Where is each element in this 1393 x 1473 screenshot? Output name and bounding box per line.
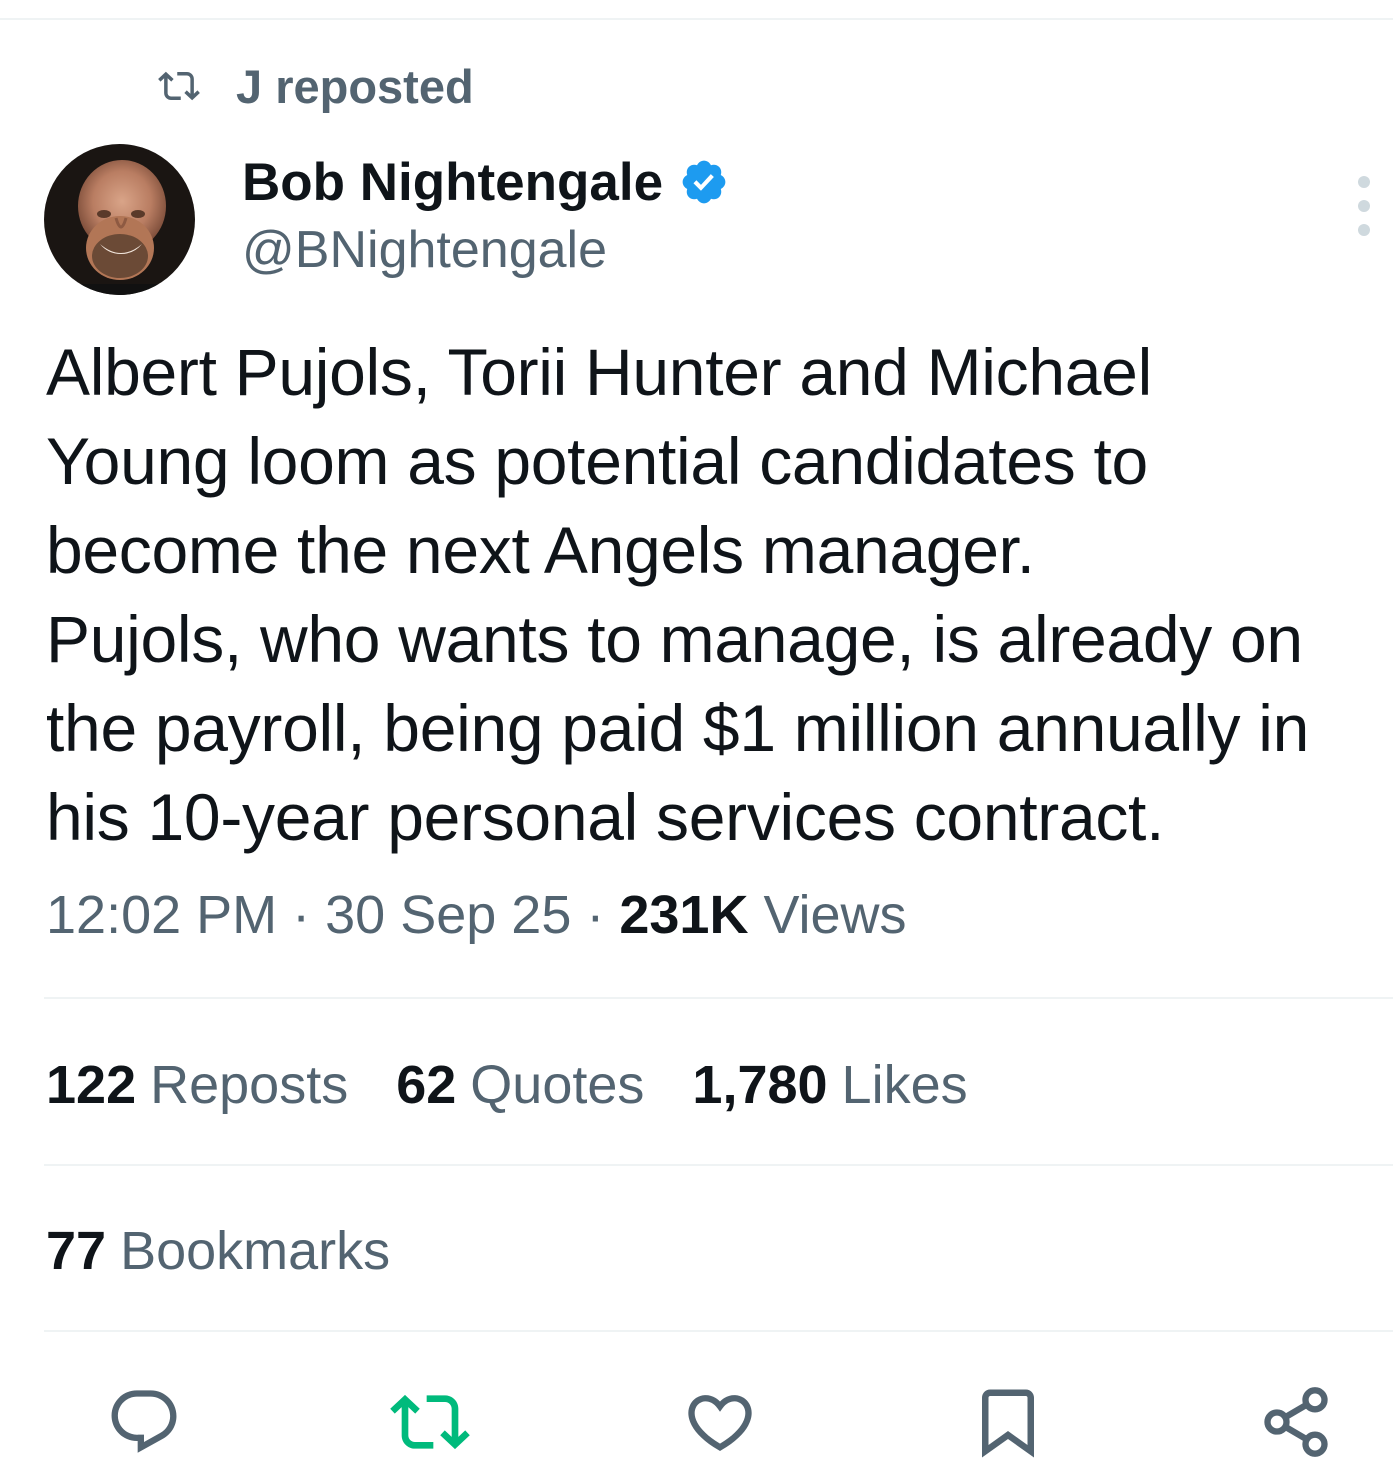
tweet-text-line: Pujols, who wants to manage, is already …: [46, 602, 1303, 676]
more-dot: [1358, 200, 1370, 212]
tweet-text-line: Albert Pujols, Torii Hunter and Michael: [46, 335, 1152, 409]
reposts-stat[interactable]: 122 Reposts: [46, 1054, 348, 1116]
reply-button[interactable]: [104, 1382, 184, 1462]
quotes-stat[interactable]: 62 Quotes: [396, 1054, 644, 1116]
share-icon: [1264, 1387, 1328, 1457]
heart-icon: [688, 1395, 752, 1452]
engagement-stats: 122 Reposts 62 Quotes 1,780 Likes: [46, 1054, 1016, 1116]
divider: [44, 997, 1393, 999]
more-dot: [1358, 224, 1370, 236]
views-count: 231K: [619, 885, 749, 945]
tweet-text-line: his 10-year personal services contract.: [46, 780, 1165, 854]
divider: [44, 1164, 1393, 1166]
tweet-detail-page: J reposted Bob Nightengale @BNightengale…: [0, 0, 1393, 1473]
repost-button[interactable]: [390, 1382, 470, 1462]
like-button[interactable]: [680, 1382, 760, 1462]
likes-label: Likes: [841, 1055, 968, 1115]
quotes-label: Quotes: [470, 1055, 645, 1115]
tweet-text-line: Young loom as potential candidates to: [46, 424, 1148, 498]
author-name[interactable]: Bob Nightengale: [242, 150, 729, 214]
quotes-count: 62: [396, 1055, 457, 1115]
divider: [44, 1330, 1393, 1332]
verified-badge-icon: [682, 160, 726, 204]
repost-icon: [390, 1394, 470, 1450]
tweet-date[interactable]: 30 Sep 25: [325, 885, 571, 945]
more-vertical-icon[interactable]: [1344, 176, 1384, 236]
bookmarks-stat[interactable]: 77 Bookmarks: [46, 1220, 390, 1282]
top-divider: [0, 18, 1393, 20]
reposts-count: 122: [46, 1055, 137, 1115]
reposts-label: Reposts: [150, 1055, 349, 1115]
meta-separator: ·: [277, 885, 326, 945]
repost-icon: [158, 71, 200, 101]
tweet-meta: 12:02 PM · 30 Sep 25 · 231K Views: [46, 884, 907, 946]
bookmarks-count: 77: [46, 1221, 107, 1281]
avatar[interactable]: [44, 144, 195, 295]
views-label: Views: [763, 885, 907, 945]
author-display-name: Bob Nightengale: [242, 152, 664, 212]
more-dot: [1358, 176, 1370, 188]
tweet-text: Albert Pujols, Torii Hunter and Michael …: [46, 328, 1391, 862]
tweet-time[interactable]: 12:02 PM: [46, 885, 277, 945]
avatar-photo: [44, 144, 195, 295]
author-handle[interactable]: @BNightengale: [242, 220, 607, 280]
tweet-text-line: become the next Angels manager.: [46, 513, 1035, 587]
bookmark-icon: [982, 1389, 1034, 1458]
repost-banner[interactable]: J reposted: [158, 58, 474, 114]
tweet-text-line: the payroll, being paid $1 million annua…: [46, 691, 1310, 765]
bookmarks-label: Bookmarks: [120, 1221, 391, 1281]
repost-banner-label: J reposted: [236, 59, 474, 113]
meta-separator: ·: [571, 885, 620, 945]
share-button[interactable]: [1256, 1382, 1336, 1462]
likes-count: 1,780: [692, 1055, 828, 1115]
likes-stat[interactable]: 1,780 Likes: [692, 1054, 967, 1116]
reply-icon: [111, 1390, 177, 1453]
bookmark-button[interactable]: [968, 1382, 1048, 1462]
